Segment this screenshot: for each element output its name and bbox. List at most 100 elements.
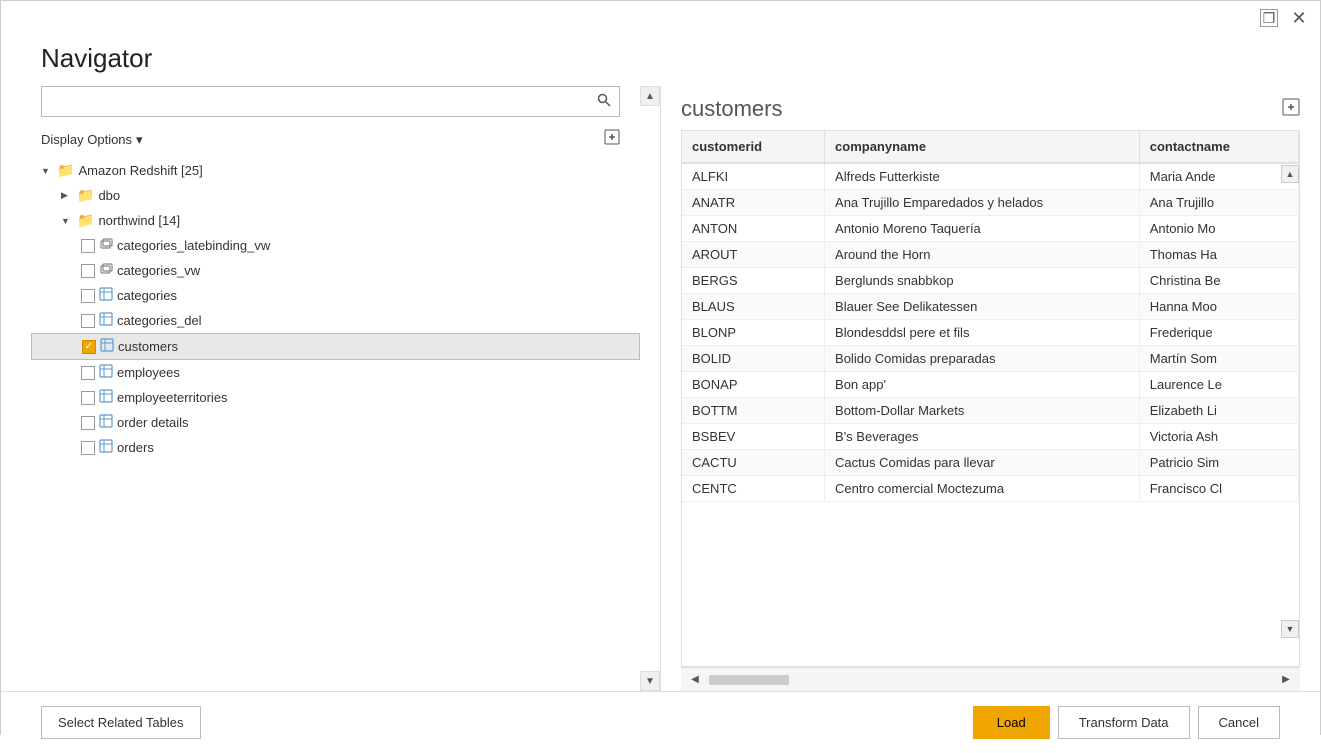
table-row: ANTONAntonio Moreno TaqueríaAntonio Mo: [682, 216, 1299, 242]
checkbox-categories_del[interactable]: [81, 314, 95, 328]
tree-node-dbo[interactable]: ▶ 📁 dbo: [31, 183, 660, 208]
close-button[interactable]: ✕: [1290, 9, 1308, 27]
table-row: BONAPBon app'Laurence Le: [682, 372, 1299, 398]
table-cell: BONAP: [682, 372, 825, 398]
checkbox-categories[interactable]: [81, 289, 95, 303]
preview-title: customers: [681, 96, 782, 122]
preview-refresh-icon[interactable]: [1282, 98, 1300, 121]
checkbox-employees[interactable]: [81, 366, 95, 380]
table-cell: Francisco Cl: [1139, 476, 1298, 502]
table-cell: AROUT: [682, 242, 825, 268]
table-icon-customers: [100, 338, 114, 355]
tree-scroll-down[interactable]: ▼: [640, 671, 660, 691]
table-cell: Berglunds snabbkop: [825, 268, 1140, 294]
tree-scroll-up[interactable]: ▲: [640, 86, 660, 106]
table-cell: BLAUS: [682, 294, 825, 320]
checkbox-categories_vw[interactable]: [81, 264, 95, 278]
tree-node-amazon[interactable]: ▼ 📁 Amazon Redshift [25]: [31, 158, 660, 183]
tree-node-northwind[interactable]: ▼ 📁 northwind [14]: [31, 208, 660, 233]
right-panel: customers customeridcompanynamecontactna…: [661, 86, 1320, 691]
table-cell: BLONP: [682, 320, 825, 346]
action-buttons: Load Transform Data Cancel: [973, 706, 1280, 739]
tree-node-customers[interactable]: ✓ customers: [31, 333, 640, 360]
left-panel-refresh-icon[interactable]: [604, 129, 620, 150]
display-options-arrow-icon: ▾: [136, 132, 143, 148]
table-cell: Hanna Moo: [1139, 294, 1298, 320]
table-body: ALFKIAlfreds FutterkisteMaria AndeANATRA…: [682, 163, 1299, 502]
vscroll-up-button[interactable]: ▲: [1281, 165, 1299, 183]
cancel-button[interactable]: Cancel: [1198, 706, 1280, 739]
table-cell: ANTON: [682, 216, 825, 242]
table-icon-categories_del: [99, 312, 113, 329]
table-header-row: customeridcompanynamecontactname: [682, 131, 1299, 163]
table-icon-employeeterritories: [99, 389, 113, 406]
checkbox-categories_latebinding_vw[interactable]: [81, 239, 95, 253]
search-input[interactable]: [42, 88, 589, 115]
search-icon[interactable]: [589, 87, 619, 116]
table-scroll-wrapper[interactable]: customeridcompanynamecontactname ALFKIAl…: [682, 131, 1299, 666]
tree-label-employees: employees: [117, 365, 180, 380]
table-icon-employees: [99, 364, 113, 381]
tree-node-categories[interactable]: categories: [31, 283, 660, 308]
preview-header: customers: [681, 86, 1300, 130]
table-icon-categories: [99, 287, 113, 304]
table-row: ANATRAna Trujillo Emparedados y heladosA…: [682, 190, 1299, 216]
table-cell: ANATR: [682, 190, 825, 216]
table-cell: Antonio Mo: [1139, 216, 1298, 242]
hscroll-bar: ◀ ▶: [681, 667, 1300, 691]
tree-node-employeeterritories[interactable]: employeeterritories: [31, 385, 660, 410]
hscroll-thumb[interactable]: [709, 675, 789, 685]
table-cell: BSBEV: [682, 424, 825, 450]
tree-node-categories_vw[interactable]: categories_vw: [31, 258, 660, 283]
table-cell: Cactus Comidas para llevar: [825, 450, 1140, 476]
table-cell: B's Beverages: [825, 424, 1140, 450]
hscroll-right-button[interactable]: ▶: [1276, 670, 1296, 690]
table-row: BOTTMBottom-Dollar MarketsElizabeth Li: [682, 398, 1299, 424]
tree-label-orders: orders: [117, 440, 154, 455]
table-cell: Laurence Le: [1139, 372, 1298, 398]
view-icon-categories_vw: [99, 262, 113, 279]
table-row: CENTCCentro comercial MoctezumaFrancisco…: [682, 476, 1299, 502]
table-cell: BOLID: [682, 346, 825, 372]
table-cell: Patricio Sim: [1139, 450, 1298, 476]
table-cell: ALFKI: [682, 163, 825, 190]
tree-label-categories_del: categories_del: [117, 313, 202, 328]
folder-icon-northwind: 📁: [77, 212, 94, 229]
transform-data-button[interactable]: Transform Data: [1058, 706, 1190, 739]
col-header-contactname: contactname: [1139, 131, 1298, 163]
checkbox-customers[interactable]: ✓: [82, 340, 96, 354]
select-related-button[interactable]: Select Related Tables: [41, 706, 201, 739]
tree-node-employees[interactable]: employees: [31, 360, 660, 385]
checkbox-order-details[interactable]: [81, 416, 95, 430]
tree-label-amazon: Amazon Redshift [25]: [78, 163, 202, 178]
checkbox-employeeterritories[interactable]: [81, 391, 95, 405]
title-bar: ❐ ✕: [1, 1, 1320, 35]
table-cell: Martín Som: [1139, 346, 1298, 372]
display-options-button[interactable]: Display Options ▾: [41, 132, 143, 148]
tree-area: ▼ 📁 Amazon Redshift [25] ▶ 📁 dbo ▼ 📁 nor…: [1, 158, 660, 691]
table-row: ALFKIAlfreds FutterkisteMaria Ande: [682, 163, 1299, 190]
table-cell: Around the Horn: [825, 242, 1140, 268]
table-icon-order details: [99, 414, 113, 431]
table-cell: CENTC: [682, 476, 825, 502]
table-row: BERGSBerglunds snabbkopChristina Be: [682, 268, 1299, 294]
table-cell: Frederique: [1139, 320, 1298, 346]
load-button[interactable]: Load: [973, 706, 1050, 739]
col-header-customerid: customerid: [682, 131, 825, 163]
tree-node-order-details[interactable]: order details: [31, 410, 660, 435]
table-cell: Centro comercial Moctezuma: [825, 476, 1140, 502]
table-cell: Blondesddsl pere et fils: [825, 320, 1140, 346]
data-table: customeridcompanynamecontactname ALFKIAl…: [682, 131, 1299, 502]
tree-label-categories: categories: [117, 288, 177, 303]
expand-arrow-dbo: ▶: [61, 190, 73, 201]
tree-node-categories_del[interactable]: categories_del: [31, 308, 660, 333]
table-cell: Antonio Moreno Taquería: [825, 216, 1140, 242]
hscroll-left-button[interactable]: ◀: [685, 670, 705, 690]
bottom-bar: Select Related Tables Load Transform Dat…: [1, 691, 1320, 753]
tree-node-categories_latebinding_vw[interactable]: categories_latebinding_vw: [31, 233, 660, 258]
vscroll-down-button[interactable]: ▼: [1281, 620, 1299, 638]
restore-button[interactable]: ❐: [1260, 9, 1278, 27]
table-cell: Ana Trujillo Emparedados y helados: [825, 190, 1140, 216]
checkbox-orders[interactable]: [81, 441, 95, 455]
tree-node-orders[interactable]: orders: [31, 435, 660, 460]
